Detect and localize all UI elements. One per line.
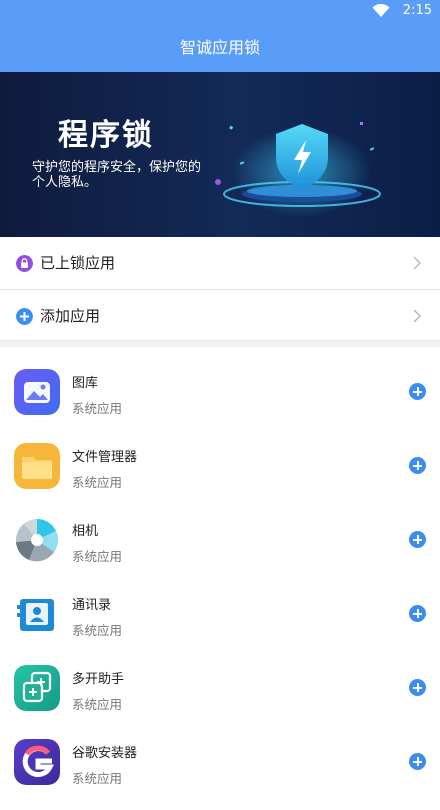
list-item[interactable]: 文件管理器 系统应用 — [0, 440, 440, 514]
list-item[interactable]: 图库 系统应用 — [0, 366, 440, 440]
list-item[interactable]: 通讯录 系统应用 — [0, 588, 440, 662]
chevron-right-icon — [413, 309, 422, 323]
locked-apps-row[interactable]: 已上锁应用 — [0, 237, 440, 289]
app-name: 通讯录 — [72, 598, 112, 613]
add-button[interactable] — [409, 753, 426, 770]
google-installer-icon — [14, 739, 60, 785]
app-type: 系统应用 — [72, 549, 123, 564]
add-button[interactable] — [409, 457, 426, 474]
app-type: 系统应用 — [72, 623, 123, 638]
app-name: 图库 — [72, 376, 99, 391]
status-time: 2:15 — [402, 3, 432, 18]
app-type: 系统应用 — [72, 475, 123, 490]
banner: 程序锁 守护您的程序安全，保护您的个人隐私。 — [0, 72, 440, 237]
chevron-right-icon — [413, 256, 422, 270]
add-button[interactable] — [409, 605, 426, 622]
wifi-icon — [372, 4, 390, 17]
app-name: 文件管理器 — [72, 450, 138, 465]
lock-icon — [16, 255, 33, 272]
app-type: 系统应用 — [72, 697, 123, 712]
banner-subtitle: 守护您的程序安全，保护您的个人隐私。 — [32, 160, 202, 190]
camera-icon — [14, 517, 60, 563]
app-type: 系统应用 — [72, 401, 123, 416]
plus-icon — [16, 308, 33, 325]
section-gap — [0, 341, 440, 347]
add-app-row[interactable]: 添加应用 — [0, 290, 440, 342]
app-name: 相机 — [72, 524, 99, 539]
add-button[interactable] — [409, 679, 426, 696]
list-item[interactable]: 相机 系统应用 — [0, 514, 440, 588]
page-title: 智诚应用锁 — [179, 38, 260, 57]
add-button[interactable] — [409, 531, 426, 548]
folder-icon — [14, 443, 60, 489]
app-bar: 智诚应用锁 — [0, 24, 440, 72]
gallery-icon — [14, 369, 60, 415]
app-name: 多开助手 — [72, 672, 125, 687]
banner-title: 程序锁 — [58, 118, 154, 153]
locked-apps-label: 已上锁应用 — [40, 254, 116, 272]
add-button[interactable] — [409, 383, 426, 400]
app-type: 系统应用 — [72, 771, 123, 786]
contacts-icon — [14, 591, 60, 637]
list-item[interactable]: 谷歌安装器 系统应用 — [0, 736, 440, 810]
add-app-label: 添加应用 — [40, 307, 101, 325]
shield-lock-illustration — [215, 122, 381, 217]
app-name: 谷歌安装器 — [72, 746, 138, 761]
multi-open-icon — [14, 665, 60, 711]
list-item[interactable]: 多开助手 系统应用 — [0, 662, 440, 736]
status-bar: 2:15 — [0, 0, 440, 24]
